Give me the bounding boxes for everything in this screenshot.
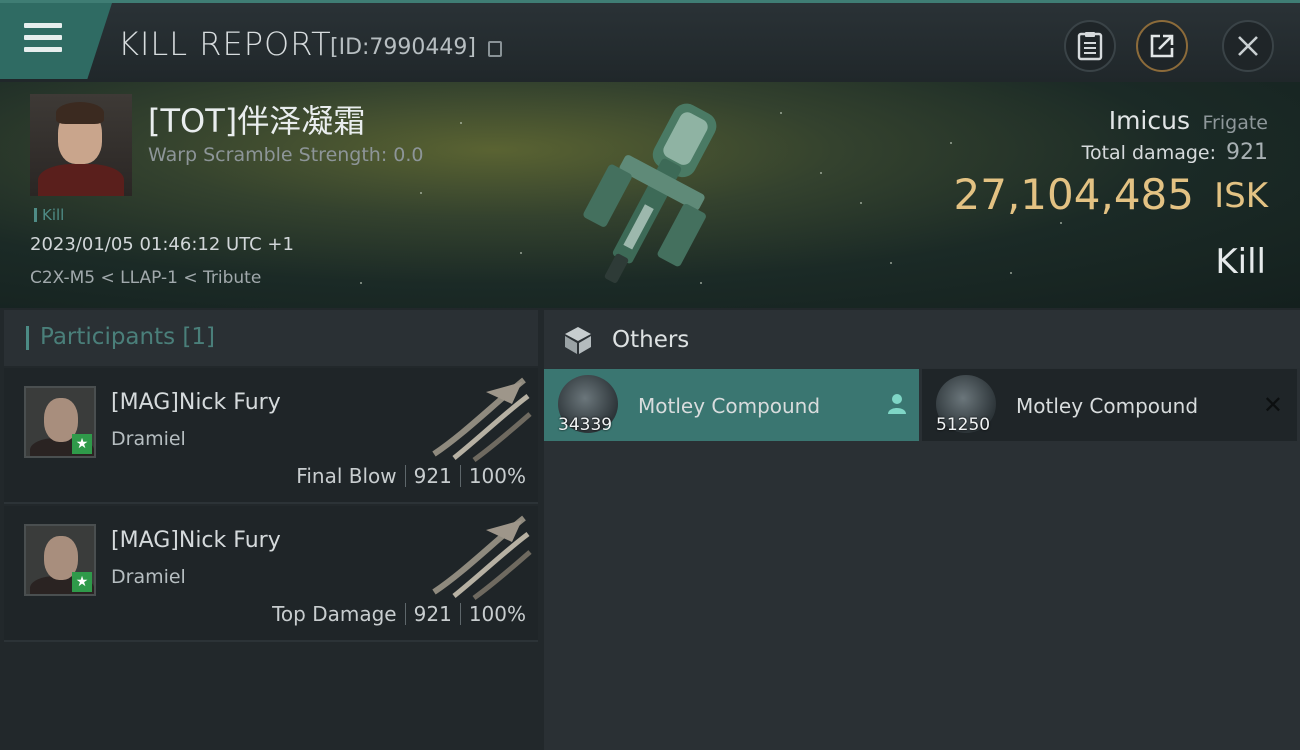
copy-icon[interactable]	[488, 41, 502, 57]
participants-title: Participants	[40, 324, 176, 350]
total-damage-label: Total damage:	[1081, 142, 1216, 164]
victim-portrait[interactable]	[30, 94, 132, 196]
star-icon: ★	[72, 434, 92, 454]
victim-ship-name[interactable]: Imicus	[1109, 106, 1190, 135]
kill-location[interactable]: C2X-M5 < LLAP-1 < Tribute	[30, 268, 261, 288]
close-icon	[1238, 36, 1258, 56]
total-damage-value: 921	[1226, 140, 1268, 165]
share-button[interactable]	[1136, 20, 1188, 72]
isk-unit: ISK	[1214, 176, 1268, 216]
others-panel: Others 34339 Motley Compound 51250 Motle…	[544, 310, 1300, 750]
participant-percent: 100%	[468, 464, 526, 488]
item-name: Motley Compound	[638, 394, 821, 418]
participant-ship: Dramiel	[111, 566, 186, 588]
participant-damage: 921	[413, 602, 452, 626]
clipboard-icon	[1077, 32, 1103, 61]
avatar[interactable]: ★	[24, 386, 96, 458]
close-button[interactable]	[1222, 20, 1274, 72]
victim-ship-class: Frigate	[1202, 112, 1268, 134]
participants-header: Participants [1]	[4, 310, 538, 366]
menu-button[interactable]	[0, 3, 112, 79]
participant-row[interactable]: ★ [MAG]Nick Fury Dramiel Top Damage 921 …	[4, 506, 538, 642]
isk-value: 27,104,485	[953, 170, 1194, 219]
avatar[interactable]: ★	[24, 524, 96, 596]
participants-count: [1]	[182, 324, 216, 350]
participant-role: Top Damage	[272, 602, 397, 626]
participant-percent: 100%	[468, 602, 526, 626]
kill-report-window: KILL REPORT [ID:7990449] [TOT]伴泽凝霜 Warp …	[0, 0, 1300, 750]
participant-ship: Dramiel	[111, 428, 186, 450]
star-icon: ★	[72, 572, 92, 592]
share-icon	[1150, 34, 1174, 58]
item-slot[interactable]: 34339 Motley Compound	[544, 369, 919, 441]
others-title: Others	[612, 327, 690, 353]
participant-name[interactable]: [MAG]Nick Fury	[111, 528, 281, 553]
header-bar: KILL REPORT [ID:7990449]	[0, 0, 1300, 82]
participant-name[interactable]: [MAG]Nick Fury	[111, 390, 281, 415]
others-header: Others	[544, 310, 1300, 368]
warp-scramble-strength: Warp Scramble Strength: 0.0	[148, 144, 424, 166]
participant-stats: Final Blow 921 100%	[296, 464, 526, 488]
participant-ship-image[interactable]	[424, 374, 534, 464]
item-slot[interactable]: 51250 Motley Compound ✕	[922, 369, 1297, 441]
participant-stats: Top Damage 921 100%	[272, 602, 526, 626]
victim-name[interactable]: [TOT]伴泽凝霜	[148, 96, 365, 142]
victim-summary: [TOT]伴泽凝霜 Warp Scramble Strength: 0.0 Ki…	[0, 82, 1300, 308]
kill-timestamp: 2023/01/05 01:46:12 UTC +1	[30, 234, 294, 255]
participant-role: Final Blow	[296, 464, 397, 488]
kill-result: Kill	[1215, 242, 1266, 282]
page-title: KILL REPORT	[118, 25, 332, 63]
kill-tag: Kill	[34, 206, 64, 224]
participant-row[interactable]: ★ [MAG]Nick Fury Dramiel Final Blow 921 …	[4, 368, 538, 504]
participants-panel: Participants [1] ★ [MAG]Nick Fury Dramie…	[4, 310, 538, 750]
person-icon	[888, 394, 906, 414]
participant-damage: 921	[413, 464, 452, 488]
item-quantity: 34339	[558, 415, 613, 435]
report-id: [ID:7990449]	[330, 35, 476, 60]
clipboard-button[interactable]	[1064, 20, 1116, 72]
close-icon[interactable]: ✕	[1263, 391, 1283, 419]
item-quantity: 51250	[936, 415, 991, 435]
menu-icon	[24, 23, 62, 53]
participant-ship-image[interactable]	[424, 512, 534, 602]
cube-icon	[565, 327, 591, 354]
victim-ship-image[interactable]	[570, 88, 740, 304]
item-name: Motley Compound	[1016, 394, 1199, 418]
